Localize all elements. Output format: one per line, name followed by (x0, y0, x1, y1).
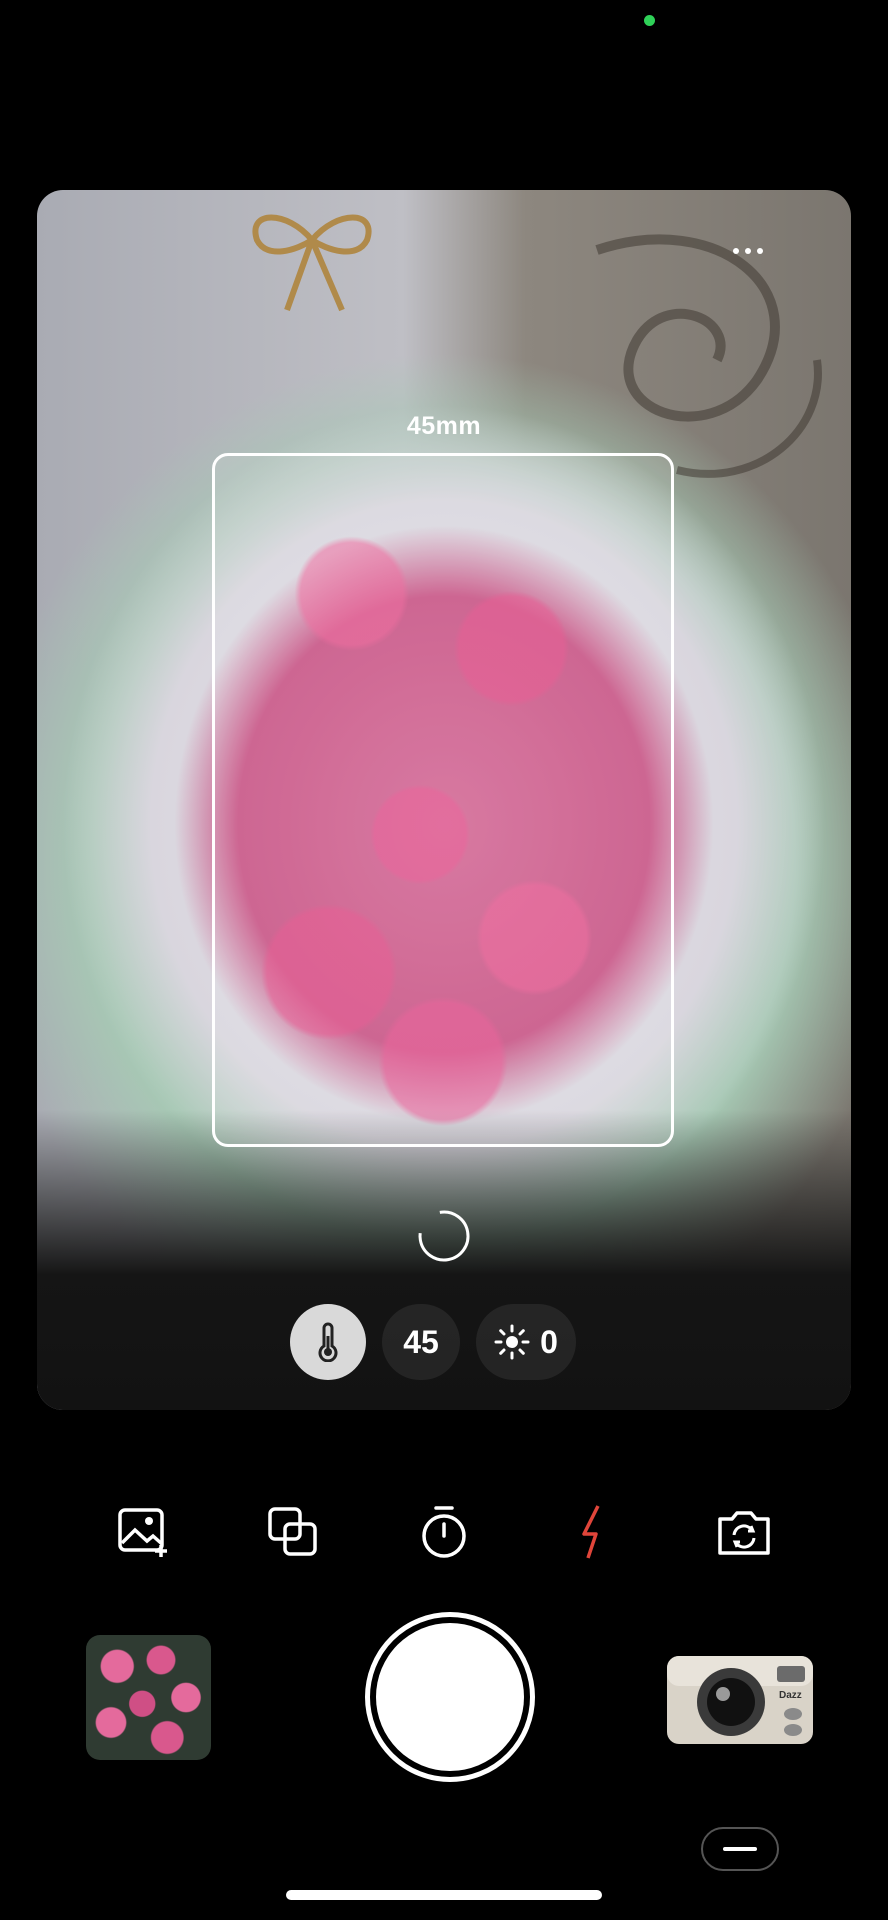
menu-dash-icon (723, 1847, 757, 1851)
home-indicator[interactable] (286, 1890, 602, 1900)
timer-button[interactable] (414, 1502, 474, 1562)
menu-toggle-button[interactable] (701, 1827, 779, 1871)
flash-icon (582, 1505, 600, 1559)
shutter-inner (376, 1623, 524, 1771)
shutter-button[interactable] (365, 1612, 535, 1782)
import-photo-button[interactable] (115, 1502, 175, 1562)
more-horizontal-icon[interactable] (723, 236, 773, 266)
quick-settings: 45 0 (290, 1304, 576, 1380)
exposure-button[interactable]: 0 (476, 1304, 576, 1380)
exposure-value: 0 (540, 1323, 558, 1360)
crop-frame (212, 453, 674, 1147)
switch-camera-button[interactable] (714, 1502, 774, 1562)
focal-length-value: 45 (403, 1323, 439, 1360)
switch-camera-icon (718, 1511, 770, 1555)
camera-brand-logo: Dazz (779, 1690, 802, 1701)
focus-loading-icon (418, 1210, 470, 1262)
timer-icon (422, 1506, 466, 1558)
recording-indicator-dot (644, 15, 655, 26)
last-photo-thumbnail[interactable] (86, 1635, 211, 1760)
camera-model-selector[interactable]: Dazz (665, 1648, 815, 1748)
layers-button[interactable] (263, 1502, 323, 1562)
camera-toolbar (0, 1502, 888, 1562)
add-photo-icon (118, 1508, 167, 1557)
layers-icon (268, 1507, 317, 1556)
focal-length-button[interactable]: 45 (382, 1304, 460, 1380)
sun-brightness-icon (494, 1324, 530, 1360)
thermometer-icon (318, 1322, 338, 1362)
flash-button[interactable] (563, 1502, 623, 1562)
bow-decoration (252, 214, 372, 312)
temperature-button[interactable] (290, 1304, 366, 1380)
focal-length-label: 45mm (406, 412, 482, 440)
